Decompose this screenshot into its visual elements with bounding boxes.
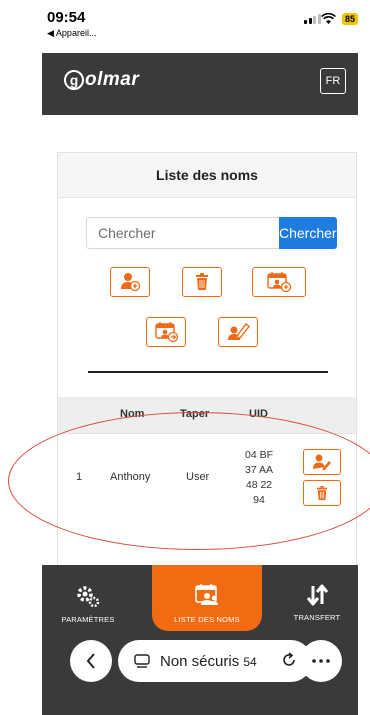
transfer-arrows-icon xyxy=(306,584,329,606)
url-suffix: 54 xyxy=(243,654,257,669)
calendar-users-icon xyxy=(195,584,218,605)
edit-card-button[interactable] xyxy=(218,317,258,347)
reader-page-icon xyxy=(134,654,150,668)
row-index: 1 xyxy=(76,471,83,483)
row-uid: 04 BF 37 AA 48 22 94 xyxy=(244,448,274,508)
table-row[interactable]: 1 Anthony User 04 BF 37 AA 48 22 94 xyxy=(58,433,356,521)
schedule-add-button[interactable] xyxy=(252,267,306,297)
battery-indicator: 85 xyxy=(342,13,359,25)
back-to-app-link[interactable]: ◀ Appareil... xyxy=(47,28,96,39)
name-list-card: Liste des noms Chercher Chercher Nom Tap… xyxy=(57,152,357,572)
status-bar: 09:54 ◀ Appareil... 85 xyxy=(0,0,370,44)
chevron-left-icon xyxy=(86,653,95,669)
logo-wordmark: olmar xyxy=(85,69,140,90)
edit-card-icon xyxy=(228,322,250,340)
browser-back-button[interactable] xyxy=(70,640,112,682)
delete-user-button[interactable] xyxy=(303,480,341,506)
status-time: 09:54 xyxy=(47,9,86,26)
gear-icon xyxy=(77,586,100,608)
search-bar: Chercher xyxy=(86,217,337,249)
uid-line: 37 AA xyxy=(244,464,274,476)
card-title: Liste des noms xyxy=(58,153,356,198)
cellular-signal-icon xyxy=(304,14,321,24)
more-options-button[interactable] xyxy=(300,640,342,682)
add-user-button[interactable] xyxy=(110,267,150,297)
nav-item-transfert[interactable]: TRANSFERT xyxy=(278,583,356,622)
golmar-logo: g olmar xyxy=(64,69,139,91)
calendar-add-icon xyxy=(267,272,292,293)
url-bar[interactable]: Non sécuris 54 xyxy=(118,640,312,682)
trash-icon xyxy=(317,485,327,500)
calendar-user-icon xyxy=(155,322,179,343)
table-header: Nom Taper UID xyxy=(58,397,356,433)
wifi-icon xyxy=(321,12,336,30)
delete-button[interactable] xyxy=(182,267,222,297)
column-header-type: Taper xyxy=(180,408,210,420)
row-type: User xyxy=(186,471,210,483)
nav-item-liste-des-noms[interactable]: LISTE DES NOMS xyxy=(152,583,262,624)
section-divider xyxy=(88,371,328,373)
edit-user-icon xyxy=(313,454,331,471)
add-user-icon xyxy=(121,273,141,292)
reload-icon[interactable] xyxy=(280,651,298,669)
ellipsis-icon xyxy=(312,659,330,663)
app-header: g olmar FR xyxy=(42,53,358,115)
url-security-label: Non sécuris xyxy=(160,652,240,670)
schedule-user-button[interactable] xyxy=(146,317,186,347)
search-button[interactable]: Chercher xyxy=(279,217,337,249)
column-header-name: Nom xyxy=(120,408,145,420)
nav-label-parametres: PARAMÈTRES xyxy=(61,615,115,624)
row-name: Anthony xyxy=(110,471,151,483)
nav-label-transfert: TRANSFERT xyxy=(293,613,341,622)
uid-line: 04 BF xyxy=(244,449,273,461)
url-text: Non sécuris 54 xyxy=(160,653,278,670)
language-button[interactable]: FR xyxy=(320,68,346,94)
nav-item-parametres[interactable]: PARAMÈTRES xyxy=(48,583,128,624)
edit-user-button[interactable] xyxy=(303,449,341,475)
column-header-uid: UID xyxy=(249,408,268,420)
uid-line: 94 xyxy=(253,494,265,506)
uid-line: 48 22 xyxy=(245,479,273,491)
search-input[interactable] xyxy=(86,217,279,249)
nav-label-liste-des-noms: LISTE DES NOMS xyxy=(174,615,240,624)
logo-g-icon: g xyxy=(64,70,84,90)
trash-icon xyxy=(196,273,208,290)
